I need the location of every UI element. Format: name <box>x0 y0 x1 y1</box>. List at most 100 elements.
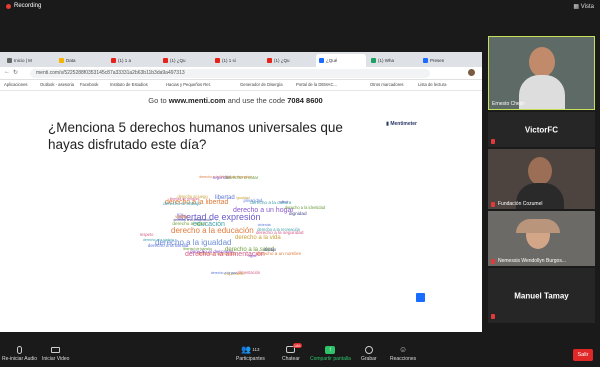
participant-name: Ernesto Chejin <box>492 101 525 107</box>
tab-label: (1) ¿Qu <box>170 58 186 63</box>
chat-button[interactable]: 186 Chatear <box>282 343 302 362</box>
code-mid: and use the code <box>227 96 286 105</box>
bookmark-item[interactable]: Instituto de Estudios <box>110 82 148 87</box>
word-cloud-term: derecho al agua <box>172 221 206 227</box>
browser-tab[interactable]: Inicio | M <box>4 54 54 67</box>
record-button[interactable]: Grabar <box>361 345 377 362</box>
browser-tab[interactable]: (1) ¿Qu <box>160 54 210 67</box>
muted-mic-icon <box>491 139 495 144</box>
participant-tile-5[interactable]: Manuel Tamay <box>488 268 595 323</box>
reactions-icon: ☺ <box>398 345 408 354</box>
participant-face <box>529 47 555 77</box>
browser-tab[interactable]: Data <box>56 54 106 67</box>
participant-tile-4[interactable]: Nemessis Wendollyn Burgos... <box>488 211 595 266</box>
tab-favicon-icon <box>371 58 376 63</box>
bookmark-item[interactable]: Outlook - asesoria <box>40 82 74 87</box>
participant-tile-1[interactable]: Ernesto Chejin <box>488 36 595 110</box>
share-screen-button[interactable]: ↑ Compartir pantalla <box>310 345 351 362</box>
participants-label: Participantes <box>236 356 265 362</box>
tab-favicon-icon <box>319 58 324 63</box>
browser-tab[interactable]: (1) ¿Qu <box>264 54 314 67</box>
bookmark-item[interactable]: Aplicaciones <box>4 82 28 87</box>
bookmark-item[interactable]: Facebook <box>80 82 98 87</box>
reload-icon[interactable]: ↻ <box>13 69 18 76</box>
tab-label: ¿Qué <box>326 58 338 63</box>
logo-text: Mentimeter <box>390 121 417 127</box>
browser-tab[interactable]: (1) 1 a <box>108 54 158 67</box>
word-cloud: libertad de expresión derecho a la educac… <box>115 169 355 289</box>
chat-label: Chatear <box>282 356 300 362</box>
share-screen-icon: ↑ <box>325 345 336 354</box>
tab-favicon-icon <box>423 58 428 63</box>
browser-tab[interactable]: ¿Qué <box>316 54 366 67</box>
join-instructions: Go to www.menti.com and use the code 708… <box>40 96 431 105</box>
tab-label: (1) ¿Qu <box>274 58 290 63</box>
code-site: www.menti.com <box>168 96 226 105</box>
code-prefix: Go to <box>148 96 167 105</box>
participant-shirt <box>519 75 565 109</box>
unmute-label: Re-iniciar Audio <box>2 356 38 362</box>
participant-tile-2[interactable]: VictorFC <box>488 112 595 147</box>
word-cloud-term: derecho a la seguridad <box>255 229 304 235</box>
question-text: ¿Menciona 5 derechos humanos universales… <box>48 120 343 152</box>
word-cloud-term: vestido <box>175 214 189 220</box>
bookmark-item[interactable]: Generador de Disergía <box>240 82 283 87</box>
word-cloud-term: derecho a la identidad <box>284 205 326 211</box>
muted-mic-icon <box>491 202 495 207</box>
browser-tab[interactable]: (1) 1 si <box>212 54 262 67</box>
view-label: Vista <box>580 4 594 10</box>
zoom-top-bar <box>0 0 600 14</box>
recording-dot-icon <box>6 3 11 9</box>
tab-favicon-icon <box>163 58 168 63</box>
mentimeter-logo: ▮ Mentimeter <box>386 121 417 127</box>
word-cloud-term: derecho a un nombre <box>256 250 302 256</box>
tab-label: (1) Wha <box>378 58 395 63</box>
chat-icon: 186 <box>286 343 302 354</box>
profile-avatar[interactable] <box>468 69 475 76</box>
participant-tile-3[interactable]: Fundación Cozumel <box>488 149 595 209</box>
bookmark-item[interactable]: Otros marcadores <box>370 82 404 87</box>
browser-tabs: Inicio | M Data (1) 1 a (1) ¿Qu (1) 1 si (1) … <box>0 52 482 67</box>
tab-favicon-icon <box>59 58 64 63</box>
participants-count: 113 <box>252 347 260 352</box>
mic-off-icon <box>15 345 25 354</box>
url-field[interactable]: menti.com/s/5225288f0353145c87a33331a2b6… <box>30 69 430 78</box>
recording-label: Recording <box>14 3 42 9</box>
bookmark-item[interactable]: Lista de lectura <box>418 82 446 87</box>
start-video-button[interactable]: Iniciar Video <box>42 345 69 362</box>
muted-mic-icon <box>491 259 495 264</box>
tab-label: Data <box>66 58 76 63</box>
word-cloud-term: libertad <box>215 195 235 201</box>
recording-indicator: Recording <box>6 3 41 9</box>
participants-icon: 👥 113 <box>241 345 260 354</box>
record-label: Grabar <box>361 356 377 362</box>
browser-tab[interactable]: (1) Wha <box>368 54 418 67</box>
reactions-button[interactable]: ☺ Reacciones <box>390 345 416 362</box>
participants-button[interactable]: 👥 113 Participantes <box>236 345 265 362</box>
word-cloud-term: derecho a votar <box>225 175 259 180</box>
leave-button[interactable]: Salir <box>573 349 593 361</box>
code-value: 7084 8600 <box>287 96 323 105</box>
bookmark-item[interactable]: Hacias y Pequeños Ret. <box>166 82 211 87</box>
tab-label: (1) 1 a <box>118 58 132 63</box>
word-cloud-term: derecho al juego <box>177 193 208 199</box>
menti-share-icon[interactable] <box>416 293 425 302</box>
address-bar: ← ↻ menti.com/s/5225288f0353145c87a33331… <box>0 67 482 80</box>
participant-name: Fundación Cozumel <box>498 201 543 207</box>
word-cloud-term: derecho a la justicia <box>142 237 174 242</box>
browser-tab[interactable]: Presen <box>420 54 470 67</box>
word-cloud-term: derecho a la educación <box>171 226 254 235</box>
tab-favicon-icon <box>7 58 12 63</box>
word-cloud-term: dignidad <box>288 211 307 217</box>
participant-name: Nemessis Wendollyn Burgos... <box>498 258 566 264</box>
zoom-toolbar: Re-iniciar Audio Iniciar Video 👥 113 Part… <box>0 343 600 367</box>
tab-favicon-icon <box>111 58 116 63</box>
back-icon[interactable]: ← <box>4 69 10 75</box>
bookmarks-bar: Aplicaciones Outlook - asesoria Facebook In… <box>0 80 482 91</box>
participant-name: Manuel Tamay <box>514 291 569 300</box>
bookmark-item[interactable]: Portal de la DEMAC... <box>296 82 337 87</box>
tab-favicon-icon <box>267 58 272 63</box>
share-label: Compartir pantalla <box>310 356 351 362</box>
view-button[interactable]: ▦ Vista <box>573 3 594 10</box>
unmute-button[interactable]: Re-iniciar Audio <box>2 345 37 362</box>
